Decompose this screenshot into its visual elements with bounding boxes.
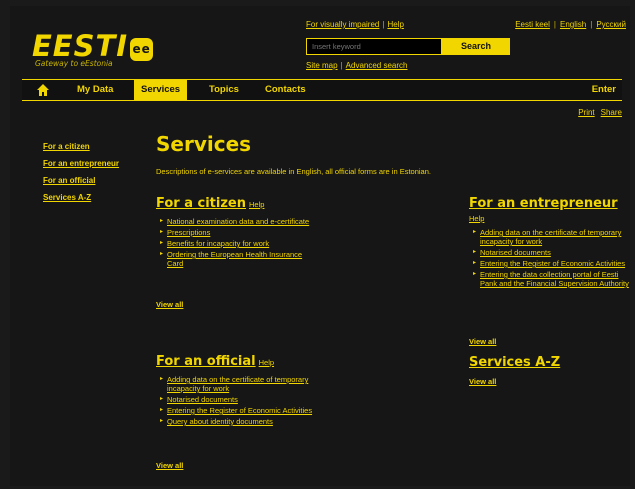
nav-services[interactable]: Services bbox=[134, 80, 188, 100]
list-item[interactable]: Entering the Register of Economic Activi… bbox=[473, 259, 629, 268]
search-input[interactable] bbox=[306, 38, 442, 55]
list-item[interactable]: Ordering the European Health Insurance C… bbox=[160, 250, 316, 268]
services-az-view-all-link[interactable]: View all bbox=[469, 377, 496, 386]
lang-russian-link[interactable]: Русский bbox=[596, 20, 626, 29]
list-item[interactable]: Notarised documents bbox=[473, 248, 629, 257]
lang-estonian-link[interactable]: Eesti keel bbox=[515, 20, 550, 29]
lang-english-link[interactable]: English bbox=[560, 20, 586, 29]
list-item[interactable]: Adding data on the certificate of tempor… bbox=[160, 375, 318, 393]
list-item[interactable]: National examination data and e-certific… bbox=[160, 217, 316, 226]
section-title-citizen[interactable]: For a citizen bbox=[156, 196, 246, 211]
intro-text: Descriptions of e-services are available… bbox=[156, 167, 431, 176]
search-button[interactable]: Search bbox=[442, 38, 510, 55]
section-title-official[interactable]: For an official bbox=[156, 354, 256, 369]
list-item[interactable]: Benefits for incapacity for work bbox=[160, 239, 316, 248]
section-title-entrepreneur[interactable]: For an entrepreneur bbox=[469, 196, 618, 211]
list-item[interactable]: Query about identity documents bbox=[160, 417, 318, 426]
citizen-help-link[interactable]: Help bbox=[249, 200, 264, 209]
enter-button[interactable]: Enter bbox=[592, 80, 616, 100]
sidebar-item-official[interactable]: For an official bbox=[43, 176, 119, 185]
section-official: For an officialHelp Adding data on the c… bbox=[156, 352, 318, 428]
search-sub-links: Site map | Advanced search bbox=[306, 61, 408, 70]
section-title-services-az[interactable]: Services A-Z bbox=[469, 355, 560, 370]
share-link[interactable]: Share bbox=[601, 108, 622, 117]
nav-topics[interactable]: Topics bbox=[202, 80, 246, 100]
main-navigation: My Data Services Topics Contacts Enter bbox=[22, 79, 622, 101]
list-item[interactable]: Prescriptions bbox=[160, 228, 316, 237]
citizen-service-list: National examination data and e-certific… bbox=[160, 217, 316, 268]
logo-text: EESTI bbox=[32, 29, 129, 63]
section-entrepreneur: For an entrepreneur Help Adding data on … bbox=[469, 194, 629, 290]
home-icon[interactable] bbox=[36, 83, 50, 97]
sidebar-item-entrepreneur[interactable]: For an entrepreneur bbox=[43, 159, 119, 168]
sidebar: For a citizen For an entrepreneur For an… bbox=[43, 142, 119, 210]
list-item[interactable]: Notarised documents bbox=[160, 395, 318, 404]
official-help-link[interactable]: Help bbox=[259, 358, 274, 367]
accessibility-links: For visually impaired | Help bbox=[306, 20, 404, 29]
official-service-list: Adding data on the certificate of tempor… bbox=[160, 375, 318, 426]
sidebar-item-services-az[interactable]: Services A-Z bbox=[43, 193, 119, 202]
official-view-all-link[interactable]: View all bbox=[156, 461, 183, 470]
help-link[interactable]: Help bbox=[387, 20, 403, 29]
entrepreneur-service-list: Adding data on the certificate of tempor… bbox=[473, 228, 629, 288]
sidebar-item-citizen[interactable]: For a citizen bbox=[43, 142, 119, 151]
list-item[interactable]: Adding data on the certificate of tempor… bbox=[473, 228, 629, 246]
advanced-search-link[interactable]: Advanced search bbox=[346, 61, 408, 70]
list-item[interactable]: Entering the data collection portal of E… bbox=[473, 270, 629, 288]
page: EESTI ee Gateway to eEstonia For visually… bbox=[10, 6, 630, 486]
section-services-az: Services A-Z bbox=[469, 353, 619, 371]
nav-contacts[interactable]: Contacts bbox=[258, 80, 313, 100]
site-map-link[interactable]: Site map bbox=[306, 61, 338, 70]
citizen-view-all-link[interactable]: View all bbox=[156, 300, 183, 309]
visually-impaired-link[interactable]: For visually impaired bbox=[306, 20, 379, 29]
eesti-logo[interactable]: EESTI ee Gateway to eEstonia bbox=[32, 29, 154, 68]
nav-my-data[interactable]: My Data bbox=[70, 80, 120, 100]
list-item[interactable]: Entering the Register of Economic Activi… bbox=[160, 406, 318, 415]
section-citizen: For a citizenHelp National examination d… bbox=[156, 194, 316, 270]
print-link[interactable]: Print bbox=[578, 108, 594, 117]
entrepreneur-view-all-link[interactable]: View all bbox=[469, 337, 496, 346]
page-tools: Print Share bbox=[572, 108, 622, 117]
page-title: Services bbox=[156, 132, 252, 156]
logo-badge-icon: ee bbox=[130, 38, 154, 61]
entrepreneur-help-link[interactable]: Help bbox=[469, 214, 629, 223]
language-switcher: Eesti keel | English | Русский bbox=[515, 20, 626, 29]
